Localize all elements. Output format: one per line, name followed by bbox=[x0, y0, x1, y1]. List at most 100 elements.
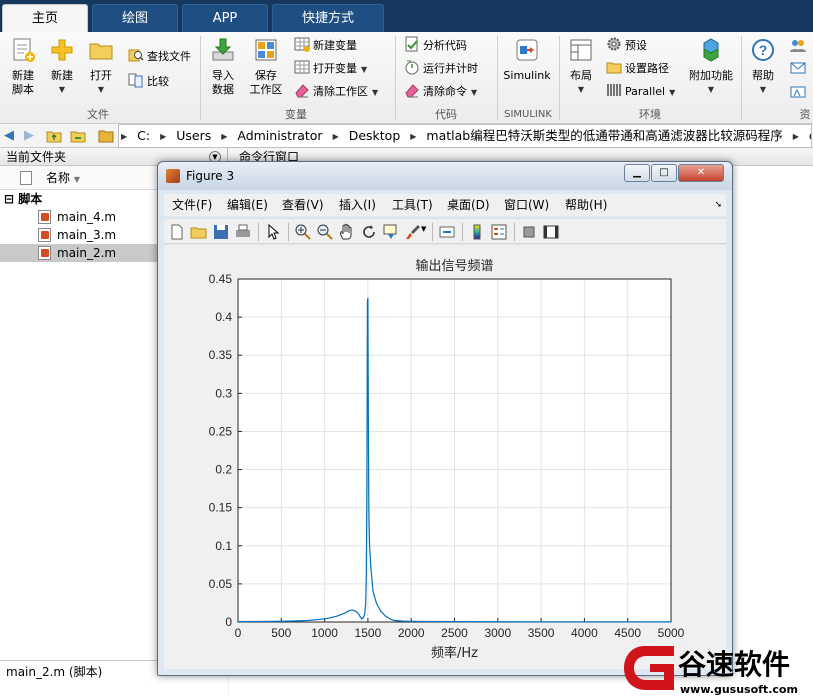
back-arrow-icon[interactable]: ◀ bbox=[4, 128, 14, 144]
x-tick-label: 3000 bbox=[484, 626, 511, 640]
y-tick-label: 0.1 bbox=[215, 539, 232, 553]
m-file-icon bbox=[38, 210, 51, 224]
variable-group-label: 变量 bbox=[285, 108, 307, 121]
figure-canvas[interactable]: 0 500 1000 1500 2000 2500 3000 3500 4000 4500 5000… bbox=[164, 245, 726, 669]
clear-workspace-label: 清除工作区 bbox=[313, 85, 368, 98]
breadcrumb-desktop[interactable]: Desktop bbox=[349, 128, 401, 143]
data-cursor-icon[interactable] bbox=[382, 223, 400, 241]
clear-commands-button[interactable]: 清除命令 ▼ bbox=[404, 82, 477, 102]
brush-icon[interactable] bbox=[404, 223, 422, 241]
eraser-icon bbox=[405, 84, 419, 98]
close-button[interactable]: ✕ bbox=[678, 164, 724, 182]
tab-shortcuts[interactable]: 快捷方式 bbox=[272, 4, 384, 32]
save-workspace-icon bbox=[255, 39, 277, 61]
tab-plots[interactable]: 绘图 bbox=[92, 4, 178, 32]
save-icon[interactable] bbox=[212, 223, 230, 241]
learn-matlab-icon[interactable] bbox=[790, 84, 806, 100]
find-files-button[interactable]: 查找文件 bbox=[128, 47, 191, 67]
tab-home[interactable]: 主页 bbox=[2, 4, 88, 32]
menu-insert[interactable]: 插入(I) bbox=[339, 194, 376, 216]
chevron-down-icon: ▼ bbox=[372, 88, 379, 97]
open-icon[interactable] bbox=[190, 223, 208, 241]
zoom-in-icon[interactable] bbox=[294, 223, 312, 241]
forward-arrow-icon[interactable]: ▶ bbox=[24, 128, 34, 144]
import-data-button[interactable]: 导入 数据 bbox=[206, 37, 240, 97]
menu-view[interactable]: 查看(V) bbox=[282, 194, 324, 216]
pan-icon[interactable] bbox=[338, 223, 356, 241]
menu-tools[interactable]: 工具(T) bbox=[392, 194, 433, 216]
run-and-time-icon bbox=[405, 60, 419, 75]
breadcrumb-administrator[interactable]: Administrator bbox=[237, 128, 322, 143]
menu-edit[interactable]: 编辑(E) bbox=[227, 194, 268, 216]
m-file-icon bbox=[38, 246, 51, 260]
menu-file[interactable]: 文件(F) bbox=[172, 194, 212, 216]
maximize-button[interactable]: □ bbox=[651, 164, 677, 182]
breadcrumb-users[interactable]: Users bbox=[176, 128, 211, 143]
print-icon[interactable] bbox=[234, 223, 252, 241]
new-button[interactable]: 新建 ▼ bbox=[46, 37, 78, 97]
community-icon[interactable] bbox=[790, 38, 806, 54]
set-path-button[interactable]: 设置路径 bbox=[606, 59, 669, 79]
folder-icon bbox=[89, 43, 113, 60]
menu-desktop[interactable]: 桌面(D) bbox=[447, 194, 490, 216]
figure-window: Figure 3 ▁ □ ✕ 文件(F) 编辑(E) 查看(V) 插入(I) 工… bbox=[157, 161, 733, 676]
preferences-button[interactable]: 预设 bbox=[606, 36, 647, 56]
chevron-down-icon: ▼ bbox=[707, 85, 715, 94]
clear-workspace-button[interactable]: 清除工作区 ▼ bbox=[294, 82, 378, 102]
toolbar-separator bbox=[462, 223, 463, 241]
tab-apps[interactable]: APP bbox=[182, 4, 268, 32]
x-tick-label: 4000 bbox=[571, 626, 598, 640]
figure-titlebar[interactable]: Figure 3 ▁ □ ✕ bbox=[158, 162, 732, 190]
breadcrumb-drive[interactable]: C: bbox=[137, 128, 150, 143]
current-folder-path[interactable]: ▶ C: ▶ Users ▶ Administrator ▶ Desktop ▶… bbox=[118, 124, 812, 148]
request-support-icon[interactable] bbox=[790, 61, 806, 77]
collapse-icon[interactable]: ⊟ bbox=[4, 192, 14, 206]
folder-icon bbox=[98, 130, 114, 143]
menu-window[interactable]: 窗口(W) bbox=[504, 194, 549, 216]
open-label: 打开 bbox=[90, 69, 112, 82]
matlab-figure-icon bbox=[166, 169, 180, 183]
pointer-icon[interactable] bbox=[264, 223, 282, 241]
watermark-brand: 谷速软件 bbox=[678, 648, 790, 681]
open-button[interactable]: 打开 ▼ bbox=[84, 37, 118, 97]
spectrum-chart[interactable]: 0 500 1000 1500 2000 2500 3000 3500 4000 4500 5000… bbox=[164, 245, 726, 669]
up-folder-icon[interactable] bbox=[46, 128, 62, 144]
x-tick-label: 1000 bbox=[311, 626, 338, 640]
show-plot-tools-icon[interactable] bbox=[542, 223, 560, 241]
new-figure-icon[interactable] bbox=[168, 223, 186, 241]
new-variable-button[interactable]: 新建变量 bbox=[294, 36, 357, 56]
analyze-code-button[interactable]: 分析代码 bbox=[404, 36, 467, 56]
path-separator-icon: ▶ bbox=[332, 132, 339, 141]
legend-icon[interactable] bbox=[490, 223, 508, 241]
x-tick-label: 500 bbox=[271, 626, 291, 640]
zoom-out-icon[interactable] bbox=[316, 223, 334, 241]
gear-icon bbox=[607, 37, 621, 51]
hide-plot-tools-icon[interactable] bbox=[520, 223, 538, 241]
rotate-icon[interactable] bbox=[360, 223, 378, 241]
parallel-button[interactable]: Parallel ▼ bbox=[606, 82, 675, 102]
new-script-button[interactable]: 新建 脚本 bbox=[6, 37, 40, 97]
simulink-button[interactable]: Simulink bbox=[502, 37, 552, 83]
addons-button[interactable]: 附加功能 ▼ bbox=[686, 37, 736, 97]
dock-icon[interactable]: ➘ bbox=[714, 194, 722, 216]
analyze-code-label: 分析代码 bbox=[423, 39, 467, 52]
toolbar-separator bbox=[432, 223, 433, 241]
run-and-time-button[interactable]: 运行并计时 bbox=[404, 59, 478, 79]
minimize-button[interactable]: ▁ bbox=[624, 164, 650, 182]
compare-button[interactable]: 比较 bbox=[128, 72, 169, 92]
open-variable-button[interactable]: 打开变量 ▼ bbox=[294, 59, 367, 79]
toolbar-separator bbox=[514, 223, 515, 241]
colorbar-icon[interactable] bbox=[468, 223, 486, 241]
name-column-label: 名称 bbox=[46, 171, 71, 185]
chevron-down-icon[interactable]: ▼ bbox=[421, 225, 426, 233]
link-icon[interactable] bbox=[438, 223, 456, 241]
browse-folder-icon[interactable] bbox=[70, 128, 86, 144]
breadcrumb-project-folder[interactable]: matlab编程巴特沃斯类型的低通带通和高通滤波器比较源码程序 bbox=[426, 128, 782, 143]
layout-button[interactable]: 布局 ▼ bbox=[564, 37, 598, 97]
compare-label: 比较 bbox=[147, 75, 169, 88]
breadcrumb-code[interactable]: code bbox=[809, 128, 811, 143]
menu-help[interactable]: 帮助(H) bbox=[565, 194, 607, 216]
save-workspace-button[interactable]: 保存 工作区 bbox=[246, 37, 286, 97]
resources-group-label: 资 bbox=[799, 108, 811, 121]
help-button[interactable]: ? 帮助 ▼ bbox=[746, 37, 780, 97]
